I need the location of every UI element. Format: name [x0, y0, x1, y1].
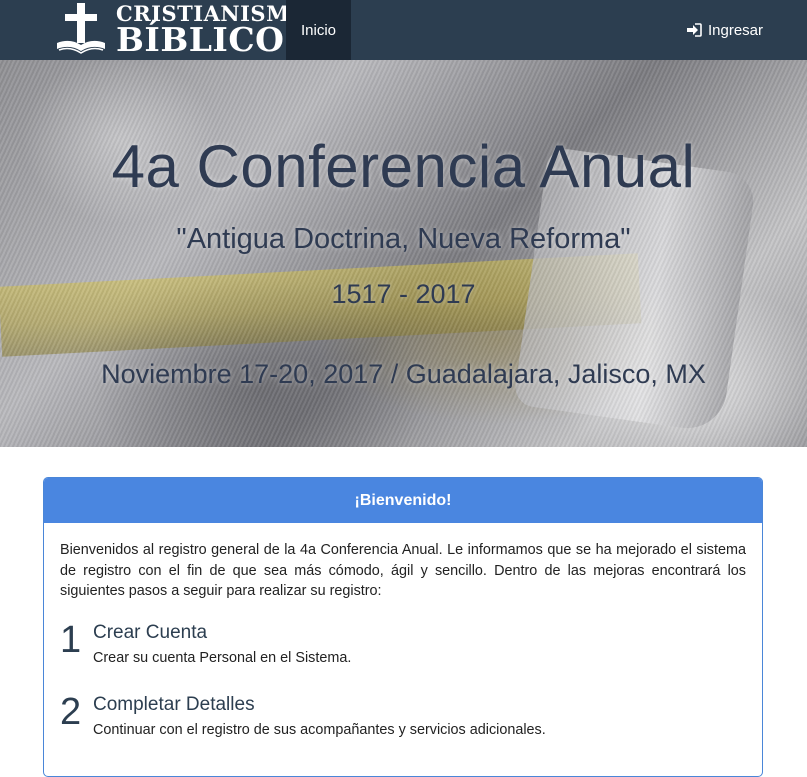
step-number: 2: [60, 690, 82, 733]
sign-in-icon: [686, 23, 702, 37]
nav-home-label: Inicio: [300, 21, 337, 39]
step-description: Crear su cuenta Personal en el Sistema.: [93, 649, 352, 666]
step-number: 1: [60, 618, 82, 661]
nav-home-link[interactable]: Inicio: [286, 0, 351, 60]
step-item: 2 Completar Detalles Continuar con el re…: [60, 691, 746, 763]
hero-date-location: Noviembre 17-20, 2017 / Guadalajara, Jal…: [101, 359, 706, 389]
welcome-title: ¡Bienvenido!: [354, 491, 452, 509]
brand-name-line2: BÍBLICO: [116, 20, 285, 59]
welcome-panel-body: Bienvenidos al registro general de la 4a…: [44, 523, 762, 763]
step-description: Continuar con el registro de sus acompañ…: [93, 721, 546, 738]
step-title: Crear Cuenta: [93, 621, 208, 643]
welcome-panel: ¡Bienvenido! Bienvenidos al registro gen…: [43, 477, 763, 777]
hero-years: 1517 - 2017: [331, 279, 476, 309]
cross-bible-icon: [57, 3, 105, 54]
login-link[interactable]: Ingresar: [686, 0, 763, 60]
hero-title: 4a Conferencia Anual: [111, 133, 696, 200]
navbar: CRISTIANISMO BÍBLICO Inicio Ingresar: [0, 0, 807, 60]
welcome-panel-header: ¡Bienvenido!: [44, 478, 762, 523]
step-item: 1 Crear Cuenta Crear su cuenta Personal …: [60, 619, 746, 691]
hero-subtitle: "Antigua Doctrina, Nueva Reforma": [176, 223, 631, 255]
hero-banner: 4a Conferencia Anual "Antigua Doctrina, …: [0, 60, 807, 447]
welcome-intro: Bienvenidos al registro general de la 4a…: [60, 542, 746, 599]
step-title: Completar Detalles: [93, 693, 255, 715]
brand-logo[interactable]: CRISTIANISMO BÍBLICO: [46, 0, 308, 60]
login-label: Ingresar: [707, 21, 763, 39]
